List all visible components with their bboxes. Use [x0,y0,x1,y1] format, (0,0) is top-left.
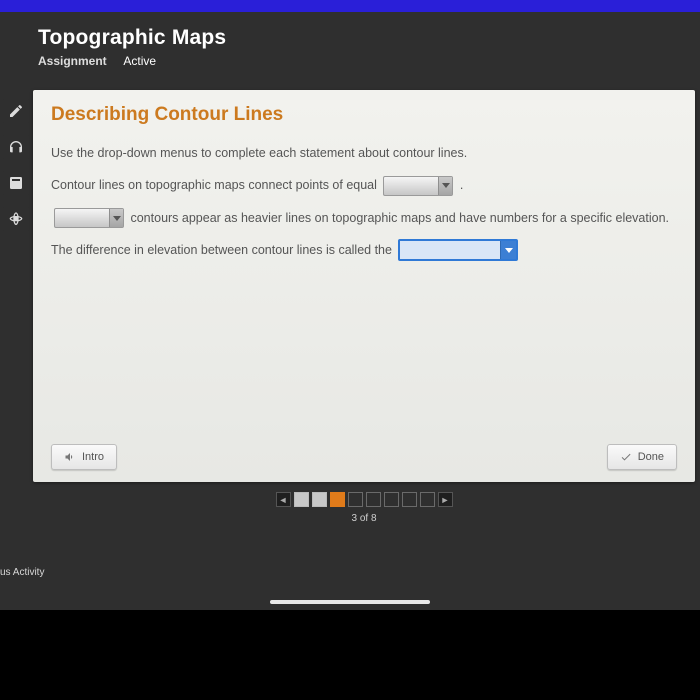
headphones-icon[interactable] [3,134,29,160]
done-button[interactable]: Done [607,444,677,470]
header: Topographic Maps Assignment Active [0,12,700,76]
panel-heading: Describing Contour Lines [51,104,677,126]
speaker-icon [64,451,76,463]
statement-1-post: . [460,178,463,192]
app-frame: Topographic Maps Assignment Active Descr… [0,12,700,700]
content-panel: Describing Contour Lines Use the drop-do… [33,90,695,482]
chevron-down-icon [438,177,452,195]
pager-prev-button[interactable]: ◄ [276,492,291,507]
statement-2: contours appear as heavier lines on topo… [51,205,677,231]
dropdown-2[interactable] [54,208,124,228]
statement-3-pre: The difference in elevation between cont… [51,243,395,257]
assignment-status: Active [123,54,156,68]
pager-step-3[interactable] [330,492,345,507]
chevron-down-icon [109,209,123,227]
pager-step-7[interactable] [402,492,417,507]
tool-sidebar [3,98,33,232]
home-indicator [270,600,430,604]
pager: ◄ ► 3 of 8 [33,486,695,524]
pager-next-button[interactable]: ► [438,492,453,507]
instruction-text: Use the drop-down menus to complete each… [51,140,677,166]
header-meta: Assignment Active [38,54,682,68]
pager-step-4[interactable] [348,492,363,507]
device-bezel [0,610,700,700]
pager-row: ◄ ► [276,492,453,507]
bottom-corner-label: us Activity [0,565,50,580]
dropdown-1[interactable] [383,176,453,196]
page-title: Topographic Maps [38,26,682,50]
intro-button[interactable]: Intro [51,444,117,470]
pager-label: 3 of 8 [351,513,376,524]
statement-2-text: contours appear as heavier lines on topo… [130,211,669,225]
pencil-icon[interactable] [3,98,29,124]
check-icon [620,451,632,463]
statement-1: Contour lines on topographic maps connec… [51,172,677,198]
statement-3: The difference in elevation between cont… [51,237,677,263]
panel-footer: Intro Done [51,438,677,470]
pager-step-6[interactable] [384,492,399,507]
dropdown-3[interactable] [398,239,518,261]
pager-step-2[interactable] [312,492,327,507]
intro-label: Intro [82,451,104,463]
assignment-label: Assignment [38,54,107,68]
statement-1-pre: Contour lines on topographic maps connec… [51,178,380,192]
pager-step-1[interactable] [294,492,309,507]
done-label: Done [638,451,664,463]
pager-step-5[interactable] [366,492,381,507]
calculator-icon[interactable] [3,170,29,196]
pager-step-8[interactable] [420,492,435,507]
atom-icon[interactable] [3,206,29,232]
content-body: Use the drop-down menus to complete each… [51,140,677,438]
chevron-down-icon [500,241,516,259]
window-topbar [0,0,700,12]
